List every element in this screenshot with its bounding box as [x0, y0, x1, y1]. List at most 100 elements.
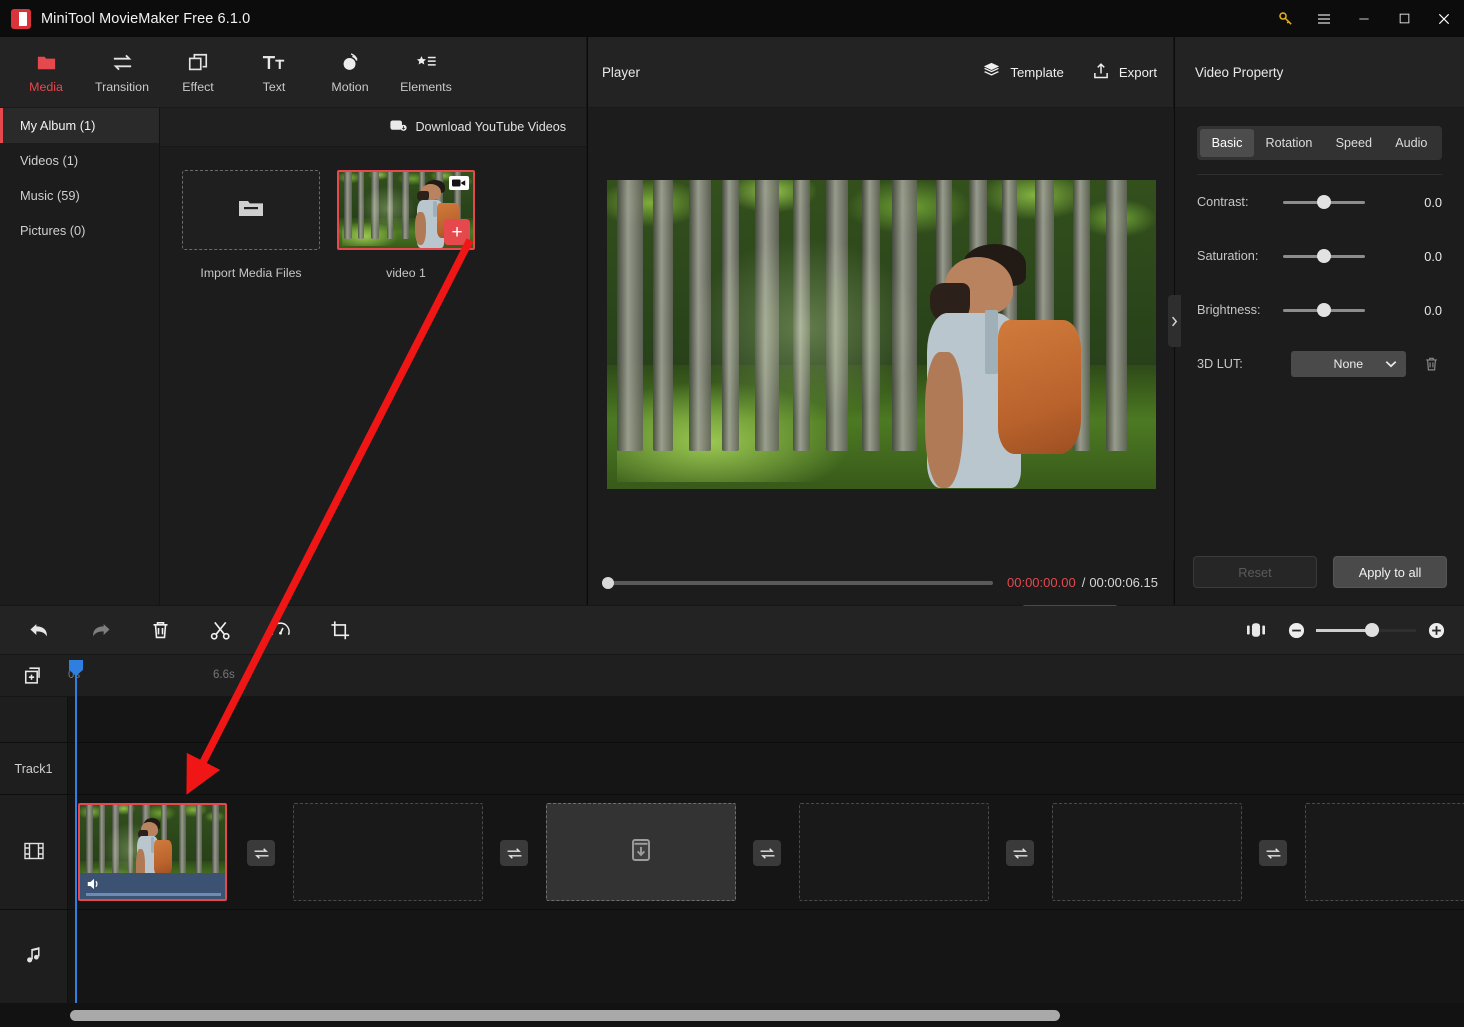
zoom-out-minus-icon[interactable] [1284, 610, 1308, 650]
toolbar-item-transition[interactable]: Transition [84, 39, 160, 105]
toolbar-item-elements[interactable]: Elements [388, 39, 464, 105]
license-key-button[interactable] [1266, 0, 1304, 37]
contrast-slider[interactable] [1283, 201, 1365, 204]
minimize-button[interactable] [1344, 0, 1384, 37]
list-item[interactable] [1305, 803, 1464, 901]
toolbar-item-motion[interactable]: Motion [312, 39, 388, 105]
maximize-button[interactable] [1384, 0, 1424, 37]
sidebar-item-my-album[interactable]: My Album (1) [0, 108, 159, 143]
music-note-icon [24, 945, 44, 968]
timeline-ruler[interactable]: 0s 6.6s [0, 655, 1464, 697]
sidebar-item-music[interactable]: Music (59) [0, 178, 159, 213]
track-row-track1[interactable]: Track1 [0, 743, 1464, 795]
redo-button[interactable] [80, 610, 120, 650]
track-body-video[interactable] [68, 795, 1464, 909]
saturation-slider[interactable] [1283, 255, 1365, 258]
toolbar-item-text[interactable]: Text [236, 39, 312, 105]
menu-button[interactable] [1304, 0, 1344, 37]
saturation-knob[interactable] [1317, 249, 1331, 263]
toolbar-item-media[interactable]: Media [8, 39, 84, 105]
template-button[interactable]: Template [982, 62, 1064, 82]
crop-button[interactable] [320, 610, 360, 650]
zoom-in-plus-icon[interactable] [1424, 610, 1448, 650]
playhead[interactable] [75, 672, 77, 1003]
track-head-track1[interactable]: Track1 [0, 743, 68, 794]
delete-button[interactable] [140, 610, 180, 650]
seek-slider[interactable] [604, 581, 993, 585]
library-sidebar: My Album (1) Videos (1) Music (59) Pictu… [0, 108, 160, 605]
list-item[interactable] [799, 803, 989, 901]
contrast-knob[interactable] [1317, 195, 1331, 209]
media-item-label: video 1 [337, 266, 475, 280]
timeline-scrollbar-thumb[interactable] [70, 1010, 1060, 1021]
zoom-knob[interactable] [1365, 623, 1379, 637]
transition-slot-1[interactable] [247, 840, 275, 866]
sidebar-item-pictures[interactable]: Pictures (0) [0, 213, 159, 248]
timeline-toolbar [0, 606, 1464, 655]
track-row-video[interactable] [0, 795, 1464, 910]
reset-button[interactable]: Reset [1193, 556, 1317, 588]
video-property-header: Video Property [1175, 37, 1464, 108]
split-button[interactable] [200, 610, 240, 650]
total-time: 00:00:06.15 [1089, 575, 1158, 590]
track-body-empty-top[interactable] [68, 697, 1464, 742]
collapse-property-panel-handle[interactable] [1168, 295, 1181, 347]
transition-slot-3[interactable] [753, 840, 781, 866]
media-thumbnail[interactable]: + [337, 170, 475, 250]
video-preview[interactable] [607, 180, 1156, 489]
speed-button[interactable] [260, 610, 300, 650]
import-media-files-button[interactable] [182, 170, 320, 250]
track-row-audio[interactable] [0, 910, 1464, 1003]
track-head-video[interactable] [0, 795, 68, 909]
tab-rotation[interactable]: Rotation [1254, 129, 1324, 157]
list-item[interactable] [546, 803, 736, 901]
contrast-row: Contrast: 0.0 [1175, 175, 1464, 229]
export-button[interactable]: Export [1092, 62, 1157, 83]
table-row[interactable] [78, 803, 227, 901]
player-title: Player [602, 65, 640, 80]
split-view-icon[interactable] [1236, 610, 1276, 650]
tab-basic[interactable]: Basic [1200, 129, 1254, 157]
transition-slot-2[interactable] [500, 840, 528, 866]
lut-select[interactable]: None [1291, 351, 1406, 377]
toolbar-item-effect[interactable]: Effect [160, 39, 236, 105]
seek-knob[interactable] [602, 577, 614, 589]
download-youtube-videos-button[interactable]: Download YouTube Videos [390, 119, 566, 135]
timeline-zoom-group [1236, 610, 1464, 650]
apply-to-all-button[interactable]: Apply to all [1333, 556, 1447, 588]
text-tt-icon [262, 51, 286, 75]
property-footer: Reset Apply to all [1175, 539, 1464, 605]
lut-value: None [1334, 357, 1364, 371]
import-media-label: Import Media Files [182, 266, 320, 280]
track-head-audio[interactable] [0, 910, 68, 1003]
timeline-scrollbar-track[interactable] [0, 1003, 1464, 1027]
zoom-slider[interactable] [1316, 629, 1416, 632]
list-item[interactable] [1052, 803, 1242, 901]
track-body-audio[interactable] [68, 910, 1464, 1003]
property-tabs: Basic Rotation Speed Audio [1197, 126, 1442, 160]
add-to-timeline-button[interactable]: + [444, 219, 470, 245]
add-track-button[interactable] [0, 655, 68, 697]
export-upload-icon [1092, 62, 1110, 83]
brightness-slider[interactable] [1283, 309, 1365, 312]
sidebar-item-videos[interactable]: Videos (1) [0, 143, 159, 178]
track-row-empty-top[interactable] [0, 697, 1464, 743]
list-item[interactable] [293, 803, 483, 901]
transition-arrows-icon [111, 51, 134, 75]
track-body-track1[interactable] [68, 743, 1464, 794]
tab-speed[interactable]: Speed [1324, 129, 1384, 157]
transition-slot-4[interactable] [1006, 840, 1034, 866]
clip-waveform [86, 893, 221, 896]
media-grid: Import Media Files [160, 147, 586, 605]
media-item-video-1[interactable]: + video 1 [337, 170, 475, 280]
timeline-tracks: Track1 [0, 697, 1464, 1003]
brightness-knob[interactable] [1317, 303, 1331, 317]
close-button[interactable] [1424, 0, 1464, 37]
lut-delete-button[interactable] [1420, 356, 1442, 372]
transition-slot-5[interactable] [1259, 840, 1287, 866]
ruler-tick-1: 6.6s [213, 669, 235, 681]
chevron-down-icon [1385, 357, 1397, 371]
undo-button[interactable] [20, 610, 60, 650]
tab-audio[interactable]: Audio [1384, 129, 1439, 157]
media-library: Download YouTube Videos My Album (1) Vid… [0, 108, 586, 605]
